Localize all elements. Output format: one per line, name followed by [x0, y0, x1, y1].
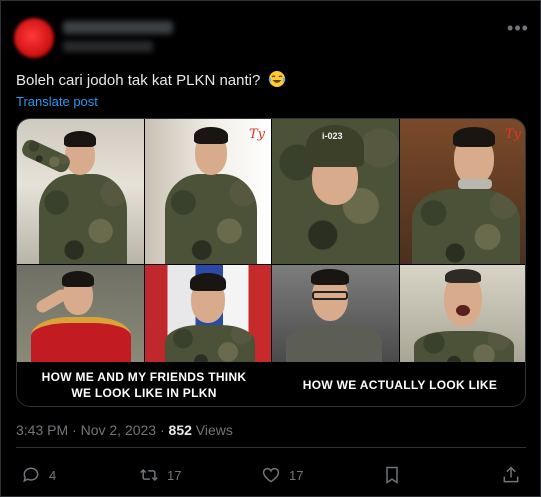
tears-of-joy-emoji-icon [268, 70, 286, 92]
signature-logo: Ty [248, 127, 265, 142]
tweet-meta: 3:43 PM · Nov 2, 2023 · 852 Views [16, 422, 233, 438]
caption-right: HOW WE ACTUALLY LOOK LIKE [302, 378, 498, 392]
signature-logo: Ty [504, 127, 521, 142]
share-button[interactable] [501, 462, 521, 488]
author-handle-redacted[interactable] [63, 41, 153, 52]
reply-icon [23, 467, 39, 483]
tweet-text: Boleh cari jodoh tak kat PLKN nanti? [16, 70, 286, 92]
divider [16, 447, 526, 448]
tweet-date[interactable]: Nov 2, 2023 [81, 422, 157, 438]
action-bar: 4 17 17 [1, 462, 541, 488]
photo-smiling-soldier: Ty [145, 119, 271, 264]
repost-icon [140, 468, 158, 482]
translate-post-link[interactable]: Translate post [16, 94, 98, 109]
like-button[interactable]: 17 [261, 462, 303, 488]
photo-glasses-soldier [272, 265, 399, 362]
caption-left: HOW ME AND MY FRIENDS THINK WE LOOK LIKE… [41, 370, 247, 400]
bookmark-button[interactable] [382, 462, 402, 488]
views-label: Views [195, 422, 233, 438]
photo-shouting-soldier [400, 265, 525, 362]
author-name-redacted[interactable] [63, 21, 173, 34]
photo-buzzcut-soldier: Ty [400, 119, 525, 264]
tweet-text-content: Boleh cari jodoh tak kat PLKN nanti? [16, 72, 261, 89]
avatar[interactable] [14, 18, 54, 58]
reply-button[interactable]: 4 [21, 462, 56, 488]
photo-soldier-with-flags [145, 265, 271, 362]
photo-dress-uniform-salute [17, 265, 144, 362]
photo-saluting-soldier [17, 119, 144, 264]
bookmark-icon [386, 466, 398, 484]
more-options-icon[interactable]: ••• [507, 17, 529, 39]
heart-icon [262, 467, 280, 483]
repost-button[interactable]: 17 [139, 462, 181, 488]
like-count: 17 [289, 467, 304, 483]
share-icon [503, 466, 519, 483]
photo-helmet-soldier: i-023 [272, 119, 399, 264]
repost-count: 17 [167, 467, 182, 483]
tweet-card: ••• Boleh cari jodoh tak kat PLKN nanti?… [0, 0, 541, 497]
tweet-time[interactable]: 3:43 PM [16, 422, 68, 438]
views-count: 852 [168, 422, 192, 438]
helmet-badge: i-023 [322, 131, 343, 141]
meta-separator: · [159, 422, 165, 438]
media-image[interactable]: Ty i-023 Ty HOW ME AND MY FRIENDS THINK … [16, 118, 526, 407]
reply-count: 4 [49, 467, 57, 483]
meta-separator: · [72, 422, 77, 438]
